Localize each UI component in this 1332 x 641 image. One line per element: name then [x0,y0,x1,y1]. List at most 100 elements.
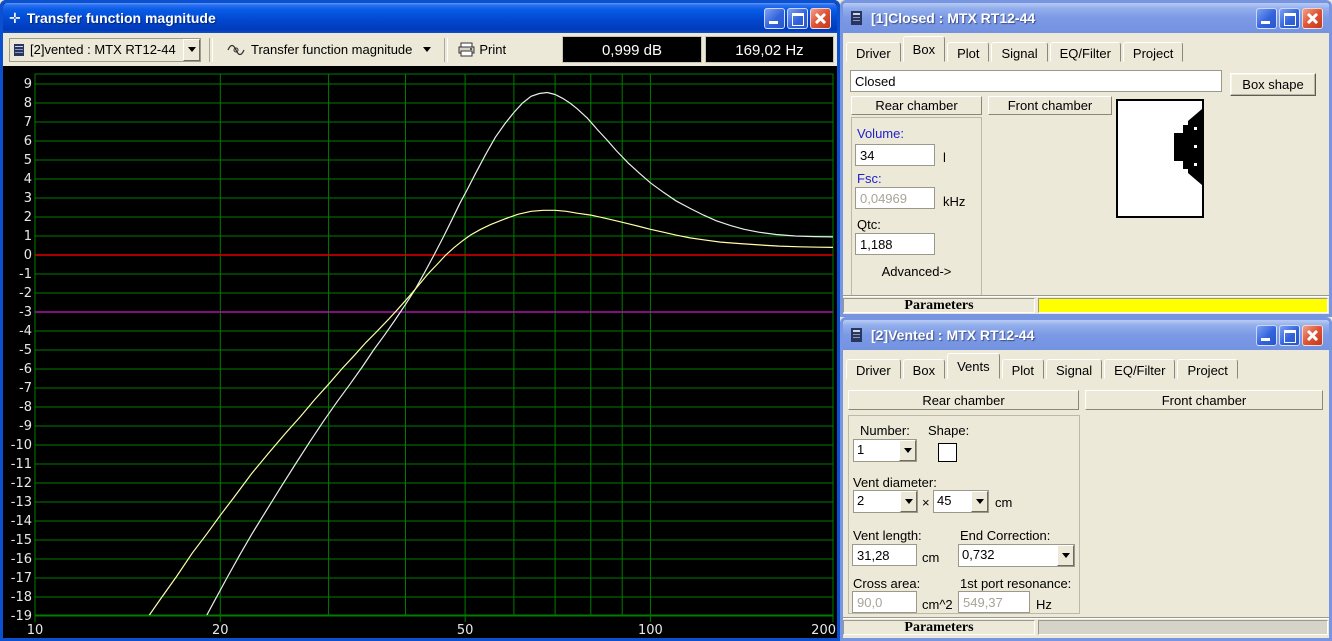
fsc-label: Fsc: [857,171,882,186]
svg-text:10: 10 [27,623,44,638]
vent-length-label: Vent length: [853,528,922,543]
tab-driver[interactable]: Driver [846,42,901,62]
print-button-label: Print [479,42,507,57]
vented-box-window: [2]Vented : MTX RT12-44 Driver Box Vents Pl… [840,317,1332,641]
port-resonance-label: 1st port resonance: [960,576,1072,591]
fsc-unit: kHz [943,194,966,209]
svg-text:-3: -3 [19,305,32,320]
application-icon [851,328,862,342]
cursor-hz-readout: 169,02 Hz [705,36,834,63]
tab-box[interactable]: Box [902,359,946,379]
transfer-plot[interactable]: 10 20 50 100 2009876543210-1-2-3-4-5-6-7-8-9… [3,66,837,638]
cross-area-label: Cross area: [853,576,921,591]
tab-vents[interactable]: Vents [947,353,1000,379]
chevron-down-icon[interactable] [899,440,916,461]
qtc-input[interactable] [855,233,935,255]
svg-text:-1: -1 [19,267,32,282]
closed-window-tabs: Driver Box Plot Signal EQ/Filter Project [846,36,1185,62]
status-progress-bar [1038,298,1328,313]
svg-text:200: 200 [811,623,836,638]
vent-number-select[interactable]: 1 [853,439,917,462]
svg-text:-16: -16 [11,552,32,567]
rear-chamber-tab[interactable]: Rear chamber [851,96,982,115]
tab-eq-filter[interactable]: EQ/Filter [1104,359,1176,379]
box-shape-button[interactable]: Box shape [1230,73,1316,96]
minimize-button[interactable] [764,7,785,29]
maximize-button[interactable] [1279,7,1300,29]
tab-plot[interactable]: Plot [1001,359,1045,379]
svg-text:-2: -2 [19,286,32,301]
graph-chevron-down-icon[interactable] [418,38,436,61]
svg-text:6: 6 [24,134,32,149]
svg-text:-13: -13 [11,495,32,510]
tab-signal[interactable]: Signal [991,42,1048,62]
minimize-button[interactable] [1256,324,1277,346]
project-selector[interactable]: [2]vented : MTX RT12-44 [9,37,201,62]
closed-window-titlebar[interactable]: [1]Closed : MTX RT12-44 [843,3,1329,33]
project-icon [14,43,24,56]
box-type-input[interactable] [850,70,1222,92]
svg-text:-11: -11 [11,457,32,472]
tab-signal[interactable]: Signal [1046,359,1103,379]
chevron-down-icon[interactable] [1057,545,1074,566]
cross-area-unit: cm^2 [922,597,953,612]
vent-height-select[interactable]: 45 [933,490,989,513]
maximize-button[interactable] [1279,324,1300,346]
tab-box[interactable]: Box [902,36,946,62]
svg-text:-5: -5 [19,343,32,358]
front-chamber-tab[interactable]: Front chamber [1085,390,1323,410]
vent-number-value: 1 [857,442,865,457]
svg-text:5: 5 [24,153,32,168]
crosshair-icon: ✛ [9,10,21,26]
graph-type-value: Transfer function magnitude [251,42,413,57]
status-divider [843,617,1329,619]
minimize-button[interactable] [1256,7,1277,29]
tab-project[interactable]: Project [1122,42,1184,62]
end-correction-select[interactable]: 0,732 [958,544,1075,567]
tab-plot[interactable]: Plot [947,42,990,62]
svg-text:7: 7 [24,115,32,130]
svg-text:-19: -19 [11,609,32,624]
close-button[interactable] [810,7,831,29]
svg-text:1: 1 [24,229,32,244]
vent-shape-selector[interactable] [938,443,957,462]
graph-type-selector[interactable]: Transfer function magnitude [223,37,437,62]
advanced-link[interactable]: Advanced-> [855,264,978,279]
rear-chamber-tab[interactable]: Rear chamber [848,390,1079,410]
vent-length-input[interactable] [852,544,917,566]
svg-text:3: 3 [24,191,32,206]
vent-length-unit: cm [922,550,940,565]
close-button[interactable] [1302,7,1323,29]
print-button[interactable]: Print [452,37,513,62]
status-parameters: Parameters [843,620,1035,635]
plot-window-titlebar[interactable]: ✛ Transfer function magnitude [3,3,837,33]
volume-label: Volume: [857,126,904,141]
chevron-down-icon[interactable] [900,491,917,512]
volume-input[interactable] [855,144,935,166]
vented-window-titlebar[interactable]: [2]Vented : MTX RT12-44 [843,320,1329,350]
close-button[interactable] [1302,324,1323,346]
front-chamber-tab[interactable]: Front chamber [988,96,1112,115]
svg-text:-7: -7 [19,381,32,396]
box-shape-preview [1116,99,1204,218]
status-progress-bar [1038,620,1328,635]
svg-text:-6: -6 [19,362,32,377]
driver-cross-section-icon [1174,109,1202,185]
maximize-button[interactable] [787,7,808,29]
port-resonance-unit: Hz [1036,597,1052,612]
cross-area-input [852,591,917,613]
chevron-down-icon[interactable] [971,491,988,512]
vent-width-select[interactable]: 2 [853,490,918,513]
status-parameters: Parameters [843,298,1035,313]
vent-width-value: 2 [857,493,865,508]
svg-text:8: 8 [24,96,32,111]
svg-text:-15: -15 [11,533,32,548]
svg-text:20: 20 [212,623,229,638]
project-chevron-down-icon[interactable] [183,38,200,61]
vent-number-label: Number: [860,423,910,438]
application-icon [851,11,862,25]
tab-eq-filter[interactable]: EQ/Filter [1049,42,1121,62]
vent-height-value: 45 [937,493,952,508]
tab-project[interactable]: Project [1177,359,1238,379]
tab-driver[interactable]: Driver [846,359,901,379]
